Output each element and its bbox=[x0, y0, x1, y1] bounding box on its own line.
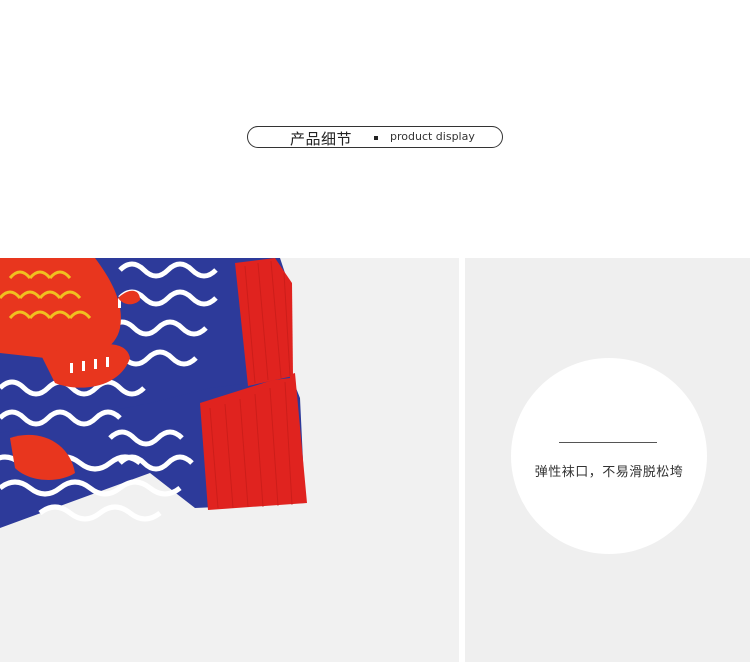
bullet-icon bbox=[374, 136, 378, 140]
section-title-en: product display bbox=[390, 130, 475, 143]
sock-illustration bbox=[0, 258, 307, 528]
feature-circle: 弹性袜口，不易滑脱松垮 bbox=[511, 358, 707, 554]
sock-photo bbox=[0, 258, 459, 662]
section-title-pill: 产品细节 product display bbox=[247, 126, 503, 148]
feature-description: 弹性袜口，不易滑脱松垮 bbox=[534, 465, 684, 480]
feature-divider-line bbox=[559, 442, 657, 443]
section-title-cn: 产品细节 bbox=[290, 130, 353, 148]
feature-panel: 弹性袜口，不易滑脱松垮 bbox=[465, 258, 750, 662]
header: 产品细节 product display bbox=[0, 0, 750, 258]
